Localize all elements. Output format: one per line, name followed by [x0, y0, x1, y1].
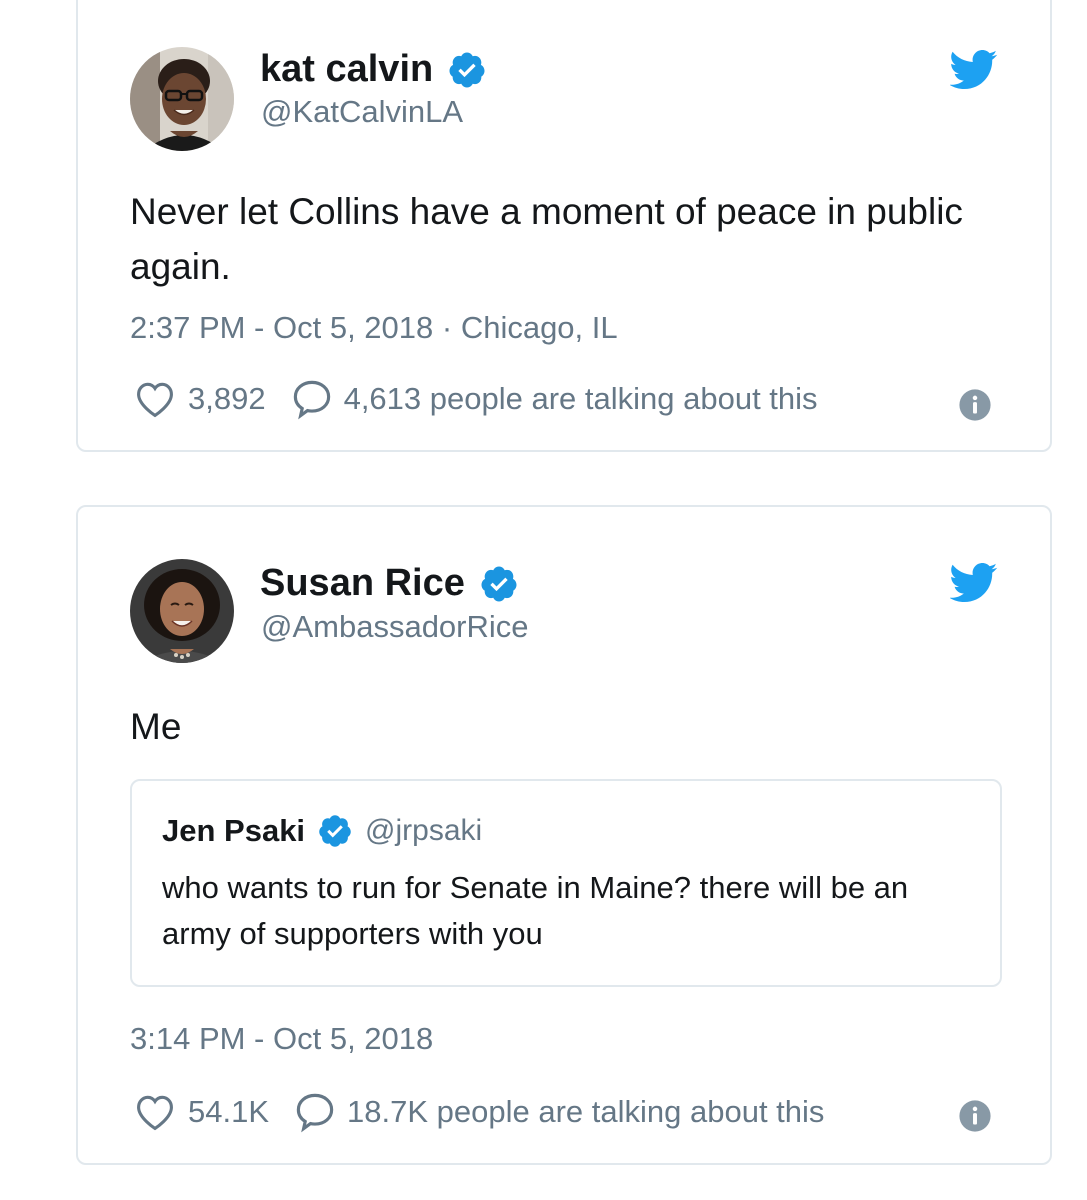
reply-bubble-icon[interactable] [293, 1091, 337, 1133]
tweet-card-susan-rice[interactable]: Susan Rice @AmbassadorRice Me Jen Psaki … [76, 505, 1052, 1165]
twitter-bird-icon[interactable] [950, 563, 998, 603]
verified-badge-icon [481, 566, 517, 601]
talking-count[interactable]: 18.7K people are talking about this [347, 1094, 824, 1130]
verified-badge-icon [319, 815, 351, 847]
tweet-timestamp-location[interactable]: 2:37 PM - Oct 5, 2018 · Chicago, IL [130, 310, 618, 346]
tweet-text: Me [130, 706, 182, 747]
user-handle[interactable]: @KatCalvinLA [261, 94, 463, 130]
tweet-card-kat-calvin[interactable]: kat calvin @KatCalvinLA Never let Collin… [76, 0, 1052, 452]
info-icon[interactable] [958, 1099, 992, 1133]
reply-bubble-icon[interactable] [290, 378, 334, 420]
avatar[interactable] [130, 559, 234, 663]
display-name[interactable]: kat calvin [260, 48, 433, 91]
avatar[interactable] [130, 47, 234, 151]
like-count[interactable]: 3,892 [188, 381, 266, 417]
info-icon[interactable] [958, 388, 992, 422]
display-name[interactable]: Susan Rice [260, 562, 465, 605]
quoted-user-handle[interactable]: @jrpsaki [365, 814, 482, 848]
avatar-kat-calvin-image [130, 47, 234, 151]
quoted-display-name[interactable]: Jen Psaki [162, 813, 305, 849]
tweet-timestamp[interactable]: 3:14 PM - Oct 5, 2018 [130, 1021, 433, 1057]
quoted-tweet[interactable]: Jen Psaki @jrpsaki who wants to run for … [130, 779, 1002, 987]
twitter-bird-icon[interactable] [950, 50, 998, 90]
verified-badge-icon [449, 52, 485, 87]
heart-icon[interactable] [134, 1093, 176, 1131]
heart-icon[interactable] [134, 380, 176, 418]
user-handle[interactable]: @AmbassadorRice [261, 609, 529, 645]
like-count[interactable]: 54.1K [188, 1094, 269, 1130]
talking-count[interactable]: 4,613 people are talking about this [344, 381, 818, 417]
quoted-tweet-text: who wants to run for Senate in Maine? th… [162, 870, 909, 951]
tweet-text: Never let Collins have a moment of peace… [130, 191, 963, 287]
avatar-susan-rice-image [130, 559, 234, 663]
